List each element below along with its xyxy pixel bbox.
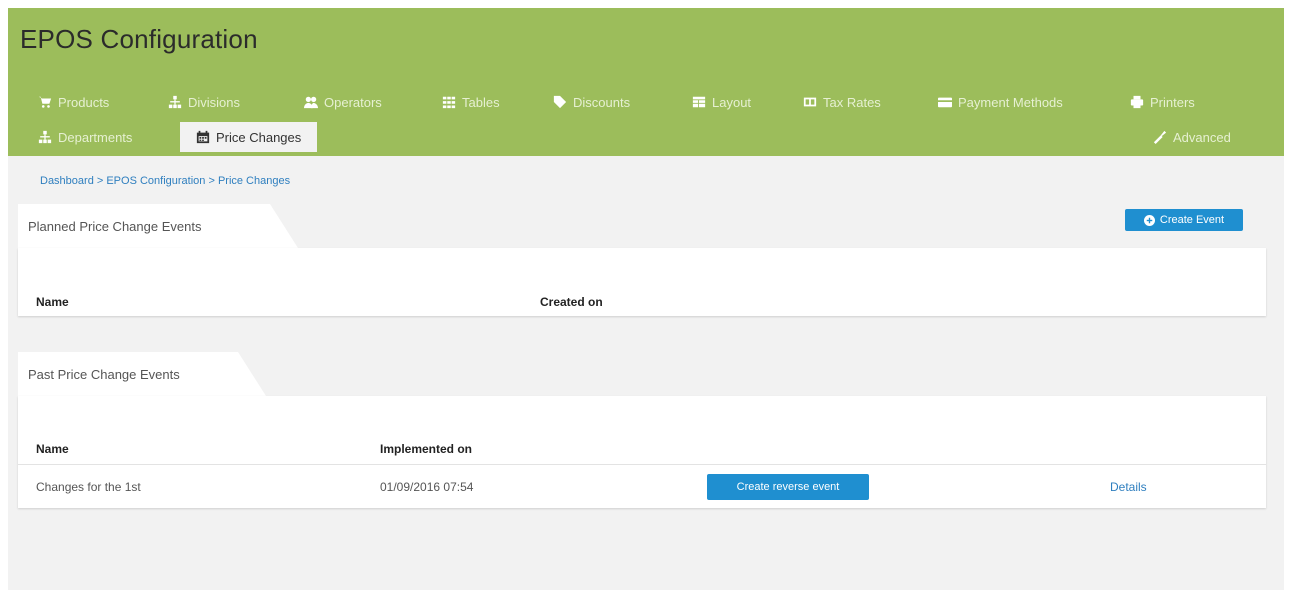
app-frame: EPOS Configuration Products Divisions Op… <box>8 8 1284 590</box>
tab-products[interactable]: Products <box>38 86 109 118</box>
tab-label: Layout <box>712 94 752 110</box>
create-event-button[interactable]: Create Event <box>1125 209 1243 231</box>
tab-label: Divisions <box>188 94 241 110</box>
details-link[interactable]: Details <box>1110 480 1147 494</box>
tab-label: Discounts <box>573 94 631 110</box>
tab-label: Products <box>58 94 110 110</box>
tab-label: Departments <box>58 129 133 145</box>
cart-icon <box>38 96 52 108</box>
tab-departments[interactable]: Departments <box>38 122 132 152</box>
tax-icon <box>803 97 817 107</box>
tab-tax-rates[interactable]: Tax Rates <box>803 86 881 118</box>
column-header-implemented-on: Implemented on <box>380 442 473 456</box>
tag-icon <box>553 95 567 109</box>
printer-icon <box>1130 95 1144 109</box>
column-header-created-on: Created on <box>540 295 603 309</box>
create-event-label: Create Event <box>1159 214 1225 226</box>
row-divider <box>18 464 1266 465</box>
tab-payment-methods[interactable]: Payment Methods <box>938 86 1063 118</box>
tab-label: Printers <box>1150 94 1195 110</box>
app-header: EPOS Configuration Products Divisions Op… <box>8 8 1284 156</box>
sitemap-icon <box>38 130 52 144</box>
tab-label: Advanced <box>1173 129 1231 145</box>
event-implemented-on: 01/09/2016 07:54 <box>380 480 474 494</box>
column-header-name: Name <box>36 295 69 309</box>
tab-divisions[interactable]: Divisions <box>168 86 240 118</box>
planned-events-panel: Name Created on <box>18 248 1266 316</box>
tab-printers[interactable]: Printers <box>1130 86 1195 118</box>
sitemap-icon <box>168 95 182 109</box>
tab-discounts[interactable]: Discounts <box>553 86 630 118</box>
wrench-icon <box>1153 130 1167 144</box>
tab-label: Payment Methods <box>958 94 1063 110</box>
create-reverse-event-button[interactable]: Create reverse event <box>707 474 869 500</box>
tab-label: Price Changes <box>216 129 302 145</box>
tab-layout[interactable]: Layout <box>692 86 751 118</box>
app-title: EPOS Configuration <box>20 24 258 54</box>
event-name: Changes for the 1st <box>36 480 141 494</box>
tab-price-changes[interactable]: Price Changes <box>180 122 318 152</box>
planned-events-title: Planned Price Change Events <box>28 218 202 234</box>
tab-advanced[interactable]: Advanced <box>1153 122 1231 152</box>
users-icon <box>304 96 318 109</box>
plus-circle-icon <box>1143 214 1155 226</box>
nav-row-secondary: Departments Price Changes Advanced <box>8 118 1284 156</box>
past-events-panel: Name Implemented on Changes for the 1st … <box>18 396 1266 508</box>
tab-label: Operators <box>324 94 382 110</box>
nav-row-primary: Products Divisions Operators Tables Disc… <box>8 86 1284 118</box>
credit-card-icon <box>938 97 952 108</box>
tab-label: Tables <box>462 94 500 110</box>
grid-icon <box>442 96 456 109</box>
tab-tables[interactable]: Tables <box>442 86 500 118</box>
layout-icon <box>692 96 706 108</box>
tab-label: Tax Rates <box>823 94 881 110</box>
calendar-icon <box>196 130 210 144</box>
past-events-tab: Past Price Change Events <box>18 352 266 396</box>
column-header-name: Name <box>36 442 69 456</box>
planned-events-tab: Planned Price Change Events <box>18 204 298 248</box>
past-events-title: Past Price Change Events <box>28 366 180 382</box>
breadcrumb[interactable]: Dashboard > EPOS Configuration > Price C… <box>40 175 290 187</box>
tab-operators[interactable]: Operators <box>304 86 382 118</box>
